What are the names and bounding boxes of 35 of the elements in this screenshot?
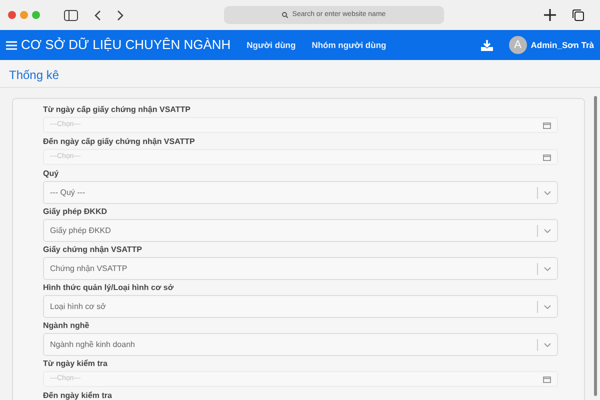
user-name[interactable]: Admin_Sơn Trà <box>530 38 594 52</box>
app-title: CƠ SỞ DỮ LIỆU CHUYÊN NGÀNH <box>21 36 231 54</box>
field-label: Từ ngày cấp giấy chứng nhận VSATTP <box>43 105 192 115</box>
sidebar-icon[interactable] <box>64 10 78 20</box>
field-label: Giấy phép ĐKKD <box>43 207 108 217</box>
field-label: Đến ngày cấp giấy chứng nhận VSATTP <box>43 137 196 147</box>
tabs-icon[interactable] <box>572 9 584 21</box>
select-field[interactable]: Chứng nhận VSATTP <box>43 257 558 280</box>
select-field[interactable]: --- Quý --- <box>43 181 558 204</box>
menu-icon[interactable] <box>6 40 17 50</box>
select-field[interactable]: Ngành nghề kinh doanh <box>43 333 558 356</box>
chevron-down-icon <box>544 304 551 308</box>
calendar-icon <box>543 154 551 160</box>
field-label: Ngành nghề <box>43 321 90 331</box>
nav-link[interactable]: Nhóm người dùng <box>312 38 386 52</box>
select-field[interactable]: Loại hình cơ sở <box>43 295 558 318</box>
nav-link[interactable]: Người dùng <box>246 38 296 52</box>
field-label: Đến ngày kiểm tra <box>43 391 113 400</box>
scrollbar[interactable] <box>594 96 597 396</box>
field-label: Quý <box>43 169 60 179</box>
calendar-icon <box>543 122 551 128</box>
field-label: Giấy chứng nhận VSATTP <box>43 245 143 255</box>
select-field[interactable]: Giấy phép ĐKKD <box>43 219 558 242</box>
chevron-down-icon <box>544 342 551 346</box>
chevron-down-icon <box>544 228 551 232</box>
chevron-down-icon <box>544 190 551 194</box>
chevron-down-icon <box>544 266 551 270</box>
forward-icon[interactable] <box>117 10 124 20</box>
calendar-icon <box>543 376 551 382</box>
field-label: Từ ngày kiểm tra <box>43 359 108 369</box>
field-label: Hình thức quản lý/Loại hình cơ sở <box>43 283 175 293</box>
search-icon <box>282 12 288 18</box>
plus-icon[interactable] <box>544 9 556 21</box>
download-icon[interactable] <box>480 40 493 50</box>
back-icon[interactable] <box>94 10 101 20</box>
